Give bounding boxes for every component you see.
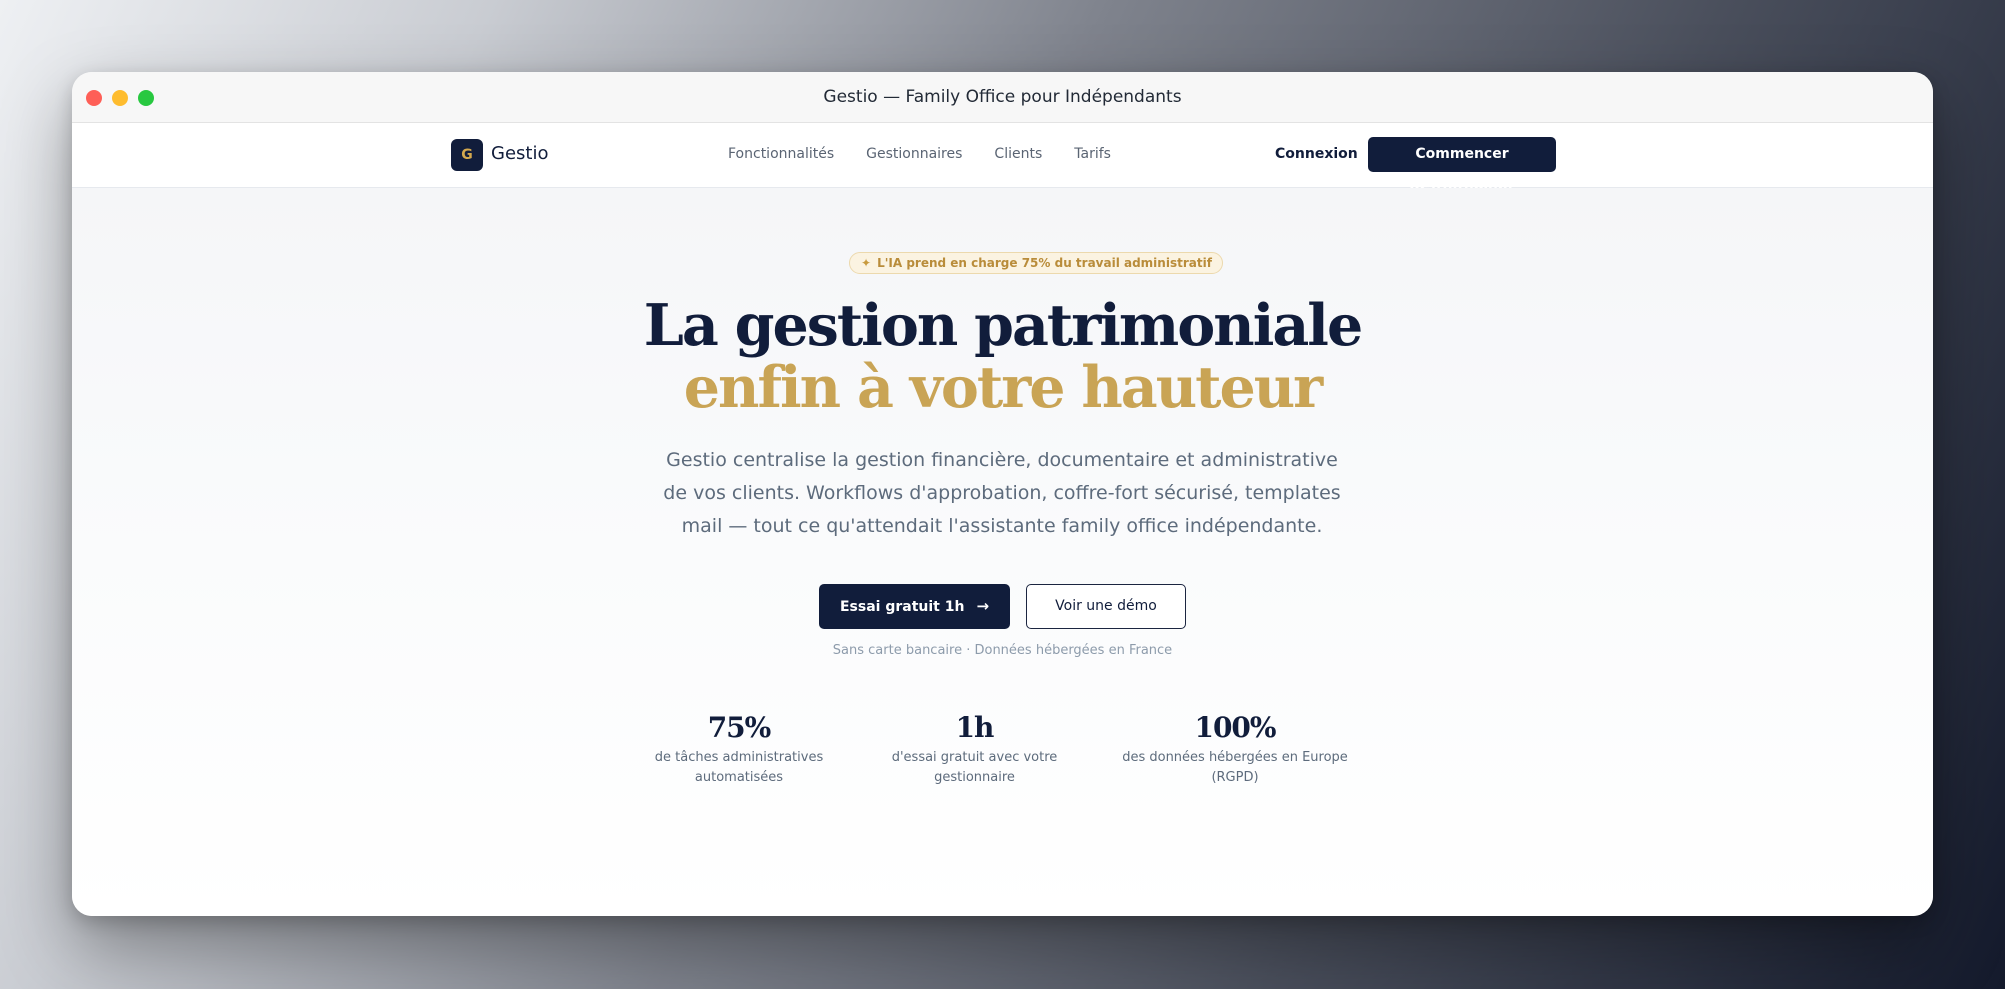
window-title: Gestio — Family Office pour Indépendants	[823, 87, 1182, 107]
demo-button[interactable]: Voir une démo	[1026, 584, 1186, 629]
nav-link-tarifs[interactable]: Tarifs	[1074, 146, 1111, 162]
brand-name[interactable]: Gestio	[491, 143, 548, 164]
arrow-right-icon: →	[976, 597, 990, 615]
nav-links: Fonctionnalités Gestionnaires Clients Ta…	[728, 146, 1111, 162]
hero-section: ✦ L'IA prend en charge 75% du travail ad…	[72, 188, 1933, 916]
stat-value: 75%	[707, 711, 772, 744]
stat-automation: 75% de tâches administratives automatisé…	[649, 710, 829, 788]
ai-badge: ✦ L'IA prend en charge 75% du travail ad…	[849, 252, 1223, 274]
headline-line-2: enfin à votre hauteur	[683, 354, 1323, 421]
stat-data-hosting: 100% des données hébergées en Europe (RG…	[1120, 710, 1350, 788]
hero-subtitle: Gestio centralise la gestion financière,…	[663, 449, 1341, 537]
nav-link-fonctionnalites[interactable]: Fonctionnalités	[728, 146, 834, 162]
nav-link-gestionnaires[interactable]: Gestionnaires	[866, 146, 962, 162]
logo-icon[interactable]: G	[451, 139, 483, 171]
window-titlebar: Gestio — Family Office pour Indépendants	[72, 72, 1933, 123]
stat-value: 1h	[955, 711, 995, 744]
sparkle-icon: ✦	[861, 256, 872, 270]
login-link[interactable]: Connexion	[1275, 146, 1358, 162]
stat-label: d'essai gratuit avec votre gestionnaire	[891, 750, 1058, 785]
stat-value: 100%	[1194, 711, 1276, 744]
start-free-button[interactable]: Commencer gratuitement	[1368, 137, 1556, 197]
stat-label: de tâches administratives automatisées	[654, 750, 824, 785]
badge-text: L'IA prend en charge 75% du travail admi…	[877, 256, 1212, 270]
browser-window: Gestio — Family Office pour Indépendants…	[72, 72, 1933, 916]
headline-line-1: La gestion patrimoniale	[643, 292, 1363, 359]
nav-link-clients[interactable]: Clients	[994, 146, 1042, 162]
top-navigation: G Gestio Fonctionnalités Gestionnaires C…	[72, 123, 1933, 197]
free-trial-label: Essai gratuit 1h	[839, 598, 965, 615]
free-trial-button[interactable]: Essai gratuit 1h →	[819, 584, 1010, 629]
stat-label: des données hébergées en Europe (RGPD)	[1122, 750, 1348, 785]
stat-trial: 1h d'essai gratuit avec votre gestionnai…	[867, 710, 1082, 788]
fineprint: Sans carte bancaire · Données hébergées …	[832, 643, 1173, 658]
